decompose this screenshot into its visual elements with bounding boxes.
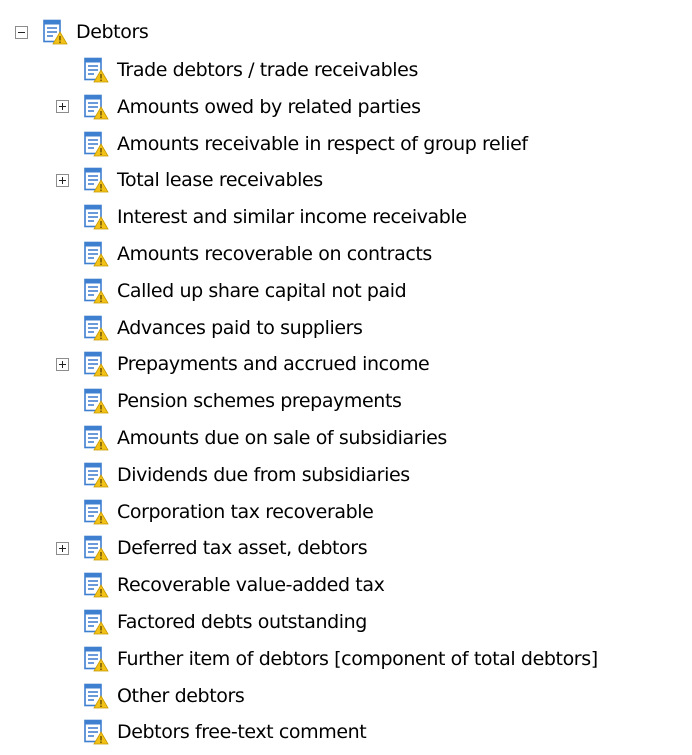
tree-node-item[interactable]: Advances paid to suppliers — [56, 313, 363, 343]
tree-node-label: Advances paid to suppliers — [117, 316, 363, 339]
document-warning-icon — [83, 351, 109, 377]
document-warning-icon — [83, 315, 109, 341]
tree-node-item[interactable]: Called up share capital not paid — [56, 276, 407, 306]
tree-node-item[interactable]: Recoverable value-added tax — [56, 570, 385, 600]
tree-node-debtors[interactable]: Debtors — [15, 17, 149, 47]
tree-node-item[interactable]: Prepayments and accrued income — [56, 349, 430, 379]
expand-toggle[interactable] — [56, 357, 69, 371]
tree-node-item[interactable]: Deferred tax asset, debtors — [56, 533, 368, 563]
document-warning-icon — [42, 19, 68, 45]
tree-node-label: Recoverable value-added tax — [117, 574, 385, 597]
document-warning-icon — [83, 609, 109, 635]
document-warning-icon — [83, 204, 109, 230]
document-warning-icon — [83, 94, 109, 120]
tree-node-label: Amounts owed by related parties — [117, 95, 421, 118]
document-warning-icon — [83, 131, 109, 157]
tree-node-item[interactable]: Amounts due on sale of subsidiaries — [56, 423, 447, 453]
tree-node-item[interactable]: Debtors free-text comment — [56, 717, 367, 747]
tree-node-item[interactable]: Pension schemes prepayments — [56, 386, 402, 416]
tree-node-label: Further item of debtors [component of to… — [117, 647, 598, 670]
tree-node-label: Dividends due from subsidiaries — [117, 463, 410, 486]
tree-node-label: Total lease receivables — [117, 169, 323, 192]
document-warning-icon — [83, 278, 109, 304]
tree-node-label: Other debtors — [117, 684, 245, 707]
tree-node-item[interactable]: Trade debtors / trade receivables — [56, 55, 418, 85]
tree-node-label: Debtors free-text comment — [117, 721, 367, 744]
document-warning-icon — [83, 462, 109, 488]
tree-node-label: Called up share capital not paid — [117, 279, 407, 302]
tree-node-label: Factored debts outstanding — [117, 611, 367, 633]
tree-node-item[interactable]: Interest and similar income receivable — [56, 202, 467, 232]
collapse-toggle[interactable] — [15, 25, 28, 39]
tree-node-label: Amounts due on sale of subsidiaries — [117, 427, 447, 449]
tree-node-item[interactable]: Factored debts outstanding — [56, 607, 367, 637]
document-warning-icon — [83, 572, 109, 598]
taxonomy-tree: Debtors Trade debtors / trade receivable… — [0, 0, 692, 755]
document-warning-icon — [83, 535, 109, 561]
tree-node-label: Prepayments and accrued income — [117, 353, 430, 376]
tree-node-item[interactable]: Amounts recoverable on contracts — [56, 239, 432, 269]
document-warning-icon — [83, 57, 109, 83]
tree-node-label: Corporation tax recoverable — [117, 500, 374, 523]
document-warning-icon — [83, 683, 109, 709]
expand-toggle[interactable] — [56, 541, 69, 555]
document-warning-icon — [83, 499, 109, 525]
tree-node-label: Amounts receivable in respect of group r… — [117, 132, 528, 155]
tree-node-item[interactable]: Further item of debtors [component of to… — [56, 644, 598, 674]
tree-node-item[interactable]: Amounts owed by related parties — [56, 92, 421, 122]
document-warning-icon — [83, 167, 109, 193]
document-warning-icon — [83, 646, 109, 672]
tree-node-label: Debtors — [76, 21, 149, 43]
tree-node-label: Interest and similar income receivable — [117, 206, 467, 229]
document-warning-icon — [83, 241, 109, 267]
tree-node-label: Trade debtors / trade receivables — [117, 59, 418, 81]
tree-node-item[interactable]: Other debtors — [56, 681, 245, 711]
document-warning-icon — [83, 388, 109, 414]
tree-node-label: Pension schemes prepayments — [117, 390, 402, 413]
document-warning-icon — [83, 719, 109, 745]
tree-node-item[interactable]: Corporation tax recoverable — [56, 497, 374, 527]
tree-node-item[interactable]: Total lease receivables — [56, 165, 323, 195]
tree-node-item[interactable]: Amounts receivable in respect of group r… — [56, 129, 528, 159]
tree-node-label: Amounts recoverable on contracts — [117, 243, 432, 265]
tree-node-item[interactable]: Dividends due from subsidiaries — [56, 460, 410, 490]
document-warning-icon — [83, 425, 109, 451]
expand-toggle[interactable] — [56, 100, 69, 114]
tree-node-label: Deferred tax asset, debtors — [117, 537, 368, 560]
expand-toggle[interactable] — [56, 173, 69, 187]
